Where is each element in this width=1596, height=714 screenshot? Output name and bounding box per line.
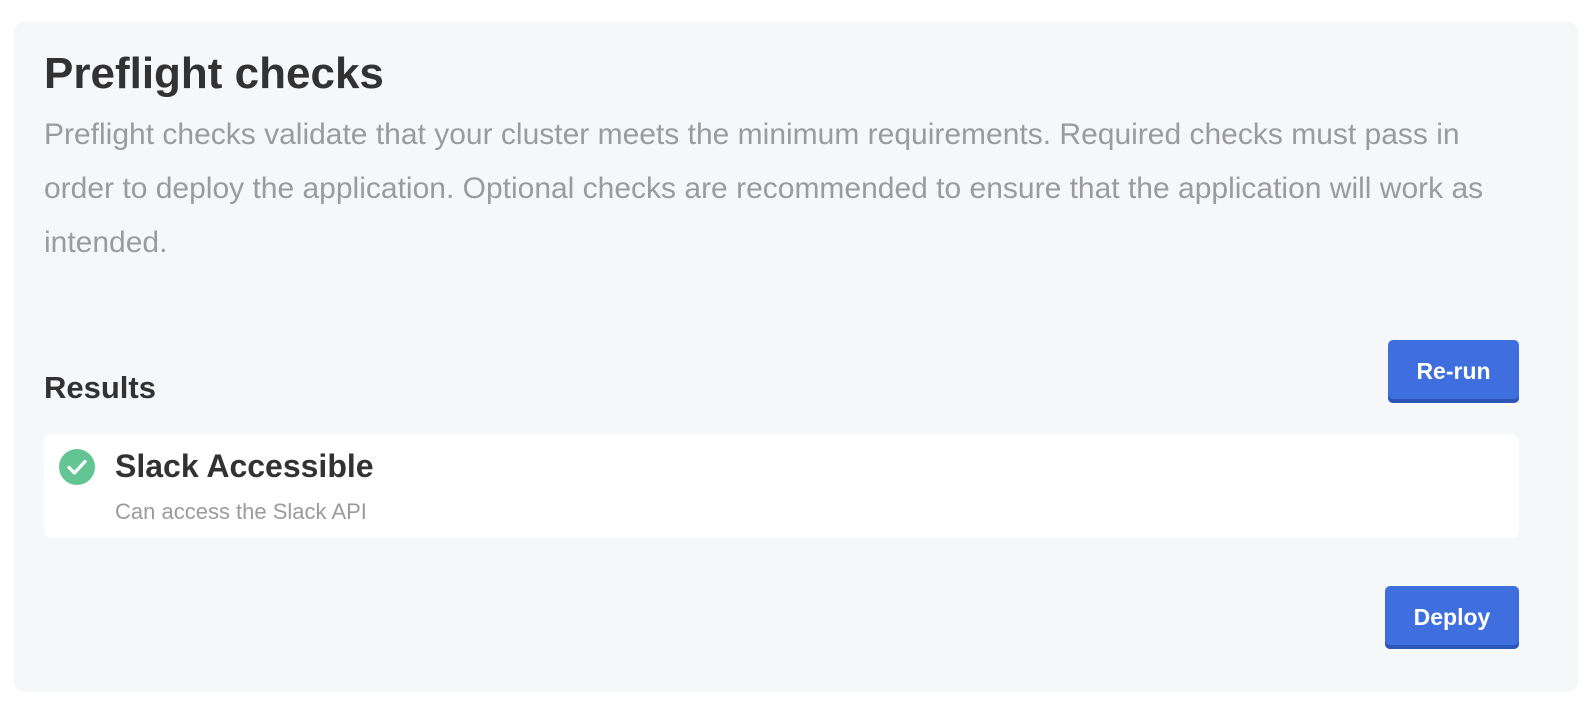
result-title: Slack Accessible	[115, 448, 374, 484]
results-heading: Results	[44, 370, 156, 405]
result-item: Slack Accessible Can access the Slack AP…	[44, 434, 1519, 538]
page-title: Preflight checks	[44, 49, 384, 98]
deploy-button[interactable]: Deploy	[1385, 586, 1519, 649]
page-description: Preflight checks validate that your clus…	[44, 118, 1484, 259]
result-message: Can access the Slack API	[115, 499, 367, 524]
preflight-panel: Preflight checks Preflight checks valida…	[14, 22, 1578, 692]
rerun-button[interactable]: Re-run	[1388, 340, 1519, 403]
check-circle-icon	[59, 449, 95, 485]
